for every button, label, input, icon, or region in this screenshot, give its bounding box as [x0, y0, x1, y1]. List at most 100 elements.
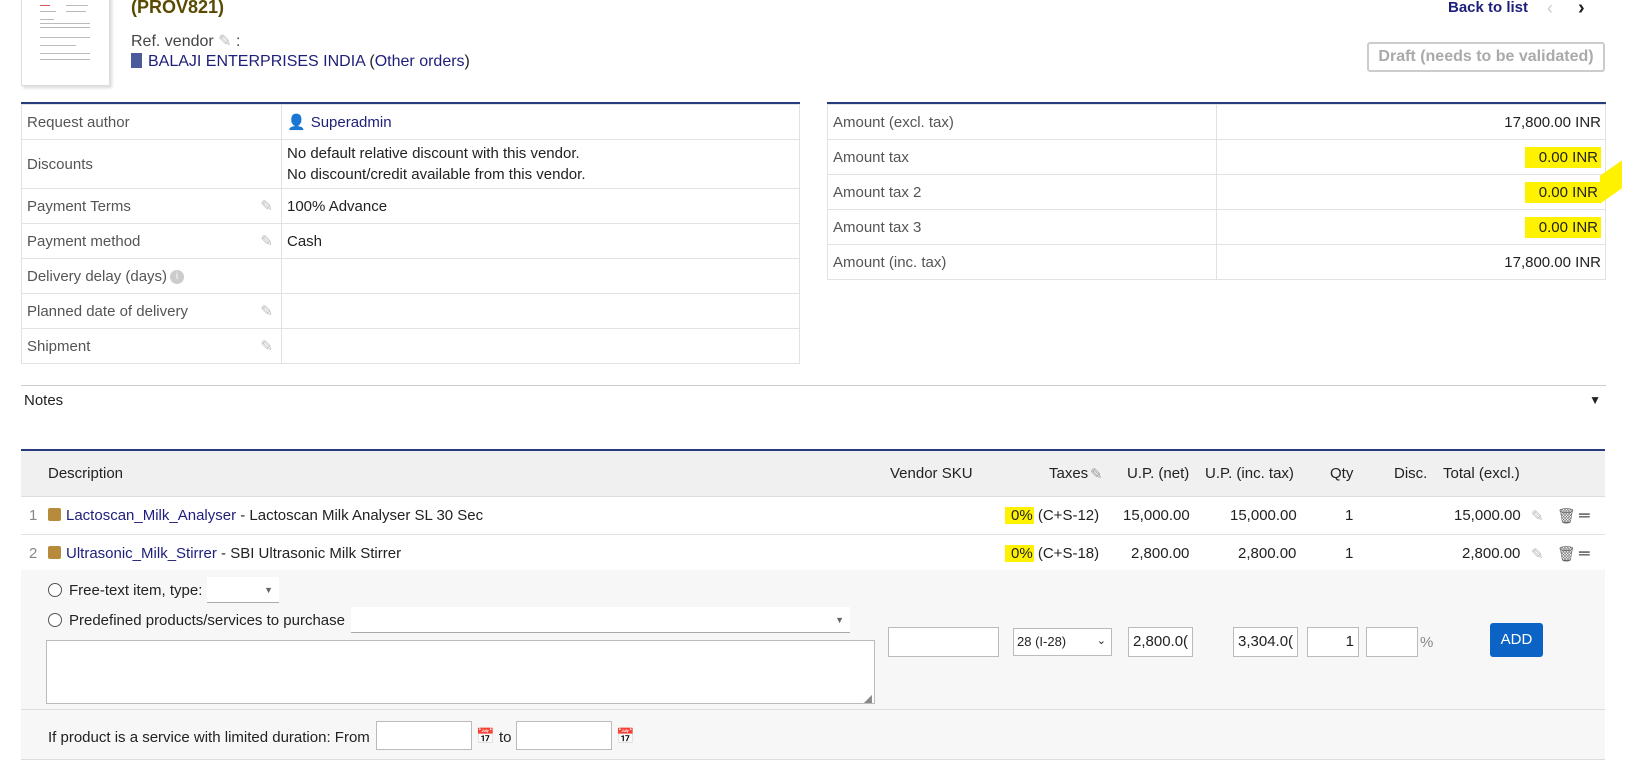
lines-header: Description Vendor SKU Taxes ✎ U.P. (net… — [21, 451, 1605, 497]
total: 15,000.00 — [1454, 507, 1521, 524]
ref-vendor-line: Ref. vendor ✎ : — [131, 31, 240, 51]
col-vendor-sku: Vendor SKU — [890, 465, 973, 482]
vendor-link[interactable]: BALAJI ENTERPRISES INDIA — [148, 53, 365, 70]
edit-taxes-icon[interactable]: ✎ — [1090, 465, 1103, 483]
notes-section[interactable]: Notes ▼ — [21, 385, 1606, 415]
info-icon: i — [170, 269, 185, 284]
payment-method-value: Cash — [281, 223, 800, 259]
free-text-radio[interactable] — [48, 583, 62, 597]
amount-tax-value: 0.00 INR — [1524, 146, 1601, 168]
edit-payment-terms-icon[interactable]: ✎ — [260, 197, 273, 215]
up-net: 15,000.00 — [1123, 507, 1190, 524]
calendar-icon[interactable]: 📅 — [616, 727, 635, 745]
col-disc: Disc. — [1394, 465, 1428, 482]
row-number: 1 — [29, 507, 38, 524]
product-link[interactable]: Lactoscan_Milk_Analyser — [66, 507, 236, 524]
planned-date-label: Planned date of delivery — [27, 302, 188, 320]
predefined-product-select[interactable]: ▼ — [351, 607, 850, 633]
edit-line-icon[interactable]: ✎ — [1531, 545, 1544, 563]
free-text-option[interactable]: Free-text item, type: — [48, 582, 202, 599]
edit-shipment-icon[interactable]: ✎ — [260, 337, 273, 355]
drag-handle-icon[interactable]: ═ — [1579, 545, 1590, 562]
qty: 1 — [1345, 507, 1354, 524]
product-link[interactable]: Ultrasonic_Milk_Stirrer — [66, 545, 217, 562]
add-button[interactable]: ADD — [1490, 623, 1543, 657]
tax-code: (C+S-12) — [1033, 507, 1100, 524]
qty: 1 — [1345, 545, 1354, 562]
date-to-input[interactable] — [516, 721, 612, 750]
col-up-net: U.P. (net) — [1127, 465, 1190, 482]
discounts-label: Discounts — [21, 139, 282, 189]
predefined-option[interactable]: Predefined products/services to purchase — [48, 612, 345, 629]
product-icon — [48, 508, 61, 521]
tax-rate-select[interactable]: 28 (I-28) ⌄ — [1013, 628, 1112, 656]
shipment-value — [281, 328, 800, 364]
request-author-link[interactable]: Superadmin — [311, 114, 392, 131]
up-inc-input[interactable]: 3,304.0( — [1233, 627, 1298, 657]
service-duration-label: If product is a service with limited dur… — [48, 729, 370, 746]
amount-tax-label: Amount tax — [827, 139, 1217, 175]
edit-payment-method-icon[interactable]: ✎ — [260, 232, 273, 250]
chevron-left-icon[interactable]: ‹ — [1547, 0, 1553, 19]
vendor-sku-input[interactable] — [888, 627, 999, 657]
product-desc: - Lactoscan Milk Analyser SL 30 Sec — [236, 507, 484, 524]
chevron-right-icon[interactable]: › — [1578, 0, 1585, 20]
percent-label: % — [1420, 634, 1434, 651]
chevron-down-icon: ⌄ — [1096, 635, 1106, 647]
user-icon: 👤 — [287, 114, 306, 131]
col-total: Total (excl.) — [1443, 465, 1520, 482]
row-number: 2 — [29, 545, 38, 562]
up-net: 2,800.00 — [1131, 545, 1190, 562]
amount-tax3-label: Amount tax 3 — [827, 209, 1217, 245]
free-text-type-select[interactable]: ▼ — [207, 577, 279, 603]
up-net-input[interactable]: 2,800.0( — [1128, 627, 1193, 657]
order-lines-table: Description Vendor SKU Taxes ✎ U.P. (net… — [21, 449, 1605, 573]
vendor-line: BALAJI ENTERPRISES INDIA (Other orders) — [131, 53, 470, 71]
other-orders-link[interactable]: Other orders — [375, 53, 465, 70]
building-icon — [131, 53, 142, 68]
delivery-delay-label: Delivery delay (days) — [27, 267, 168, 285]
discount-input[interactable] — [1366, 627, 1418, 657]
amount-tax3-value: 0.00 INR — [1524, 216, 1601, 238]
qty-input[interactable]: 1 — [1307, 627, 1359, 657]
trash-icon[interactable]: 🗑 — [1557, 545, 1576, 563]
payment-terms-value: 100% Advance — [281, 188, 800, 224]
status-badge: Draft (needs to be validated) — [1367, 42, 1605, 72]
predefined-label: Predefined products/services to purchase — [69, 612, 345, 629]
ref-vendor-colon: : — [236, 33, 241, 50]
request-author-label: Request author — [21, 104, 282, 140]
trash-icon[interactable]: 🗑 — [1557, 507, 1576, 525]
amount-tax2-value: 0.00 INR — [1524, 181, 1601, 203]
date-from-input[interactable] — [376, 721, 472, 750]
payment-method-label: Payment method — [27, 232, 141, 250]
col-up-inc: U.P. (inc. tax) — [1205, 465, 1294, 482]
discount-line-2: No discount/credit available from this v… — [287, 166, 586, 183]
pencil-icon[interactable]: ✎ — [218, 33, 231, 50]
resize-handle-icon: ◢ — [863, 693, 872, 704]
tax-rate-select-value: 28 (I-28) — [1017, 634, 1067, 649]
description-textarea[interactable]: ◢ — [46, 640, 875, 704]
edit-line-icon[interactable]: ✎ — [1531, 507, 1544, 525]
order-details-table: Request author 👤 Superadmin Discounts No … — [21, 102, 800, 364]
free-text-label: Free-text item, type: — [69, 582, 203, 599]
amount-excl-label: Amount (excl. tax) — [827, 104, 1217, 140]
request-author-value: 👤 Superadmin — [281, 104, 800, 140]
tax-rate: 0% — [1005, 545, 1034, 562]
discounts-value: No default relative discount with this v… — [281, 139, 800, 189]
date-to-label: to — [499, 729, 512, 746]
calendar-icon[interactable]: 📅 — [476, 727, 495, 745]
col-description: Description — [48, 465, 124, 482]
up-inc: 15,000.00 — [1230, 507, 1297, 524]
caret-down-icon[interactable]: ▼ — [1589, 393, 1601, 407]
drag-handle-icon[interactable]: ═ — [1579, 507, 1590, 524]
back-to-list-link[interactable]: Back to list — [1448, 0, 1528, 16]
col-qty: Qty — [1330, 465, 1354, 482]
ref-vendor-label: Ref. vendor — [131, 33, 214, 50]
edit-planned-date-icon[interactable]: ✎ — [260, 302, 273, 320]
amount-inc-label: Amount (inc. tax) — [827, 244, 1217, 280]
amount-tax2-label: Amount tax 2 — [827, 174, 1217, 210]
total: 2,800.00 — [1462, 545, 1521, 562]
notes-label: Notes — [24, 392, 64, 409]
document-thumbnail[interactable] — [21, 0, 110, 86]
predefined-radio[interactable] — [48, 613, 62, 627]
